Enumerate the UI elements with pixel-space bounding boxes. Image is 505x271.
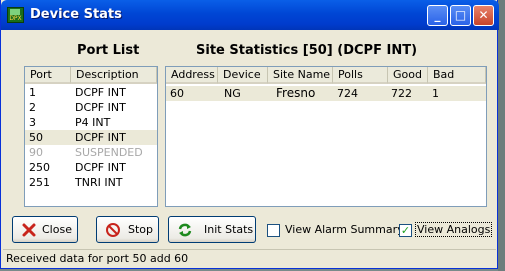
port-number: 50 <box>29 131 43 144</box>
view-alarm-summary-checkbox[interactable] <box>267 224 280 237</box>
port-list-row[interactable]: 90 SUSPENDED <box>25 145 157 160</box>
port-list-row[interactable]: 1 DCPF INT <box>25 85 157 100</box>
port-list-title: Port List <box>77 43 140 58</box>
port-number: 2 <box>29 101 36 114</box>
bad-column-header[interactable]: Bad <box>428 67 486 84</box>
port-number: 3 <box>29 116 36 129</box>
port-list-row[interactable]: 2 DCPF INT <box>25 100 157 115</box>
port-list-row[interactable]: 50 DCPF INT <box>25 130 157 145</box>
port-number: 251 <box>29 176 50 189</box>
view-analogs-label[interactable]: View Analogs <box>415 222 493 237</box>
port-list-row[interactable]: 251 TNRI INT <box>25 175 157 190</box>
site-polls-cell: 724 <box>337 87 358 100</box>
address-column-header[interactable]: Address <box>166 67 218 84</box>
site-name-column-header[interactable]: Site Name <box>268 67 333 84</box>
title-bar[interactable]: DPX Device Stats _ □ ✕ <box>1 0 499 30</box>
port-description: DCPF INT <box>75 86 126 99</box>
status-bar: Received data for port 50 add 60 <box>3 249 496 267</box>
port-number: 1 <box>29 86 36 99</box>
port-description: TNRI INT <box>75 176 123 189</box>
stop-button-label: Stop <box>128 223 154 236</box>
device-stats-window: DPX Device Stats _ □ ✕ Port List Port De… <box>0 0 499 269</box>
site-device-cell: NG <box>224 87 241 100</box>
minimize-button[interactable]: _ <box>427 5 448 26</box>
site-site-name-cell: Fresno <box>276 86 316 100</box>
refresh-icon <box>178 223 192 237</box>
close-button[interactable]: Close <box>12 216 78 243</box>
description-column-header[interactable]: Description <box>71 67 157 84</box>
app-icon-caption: DPX <box>9 15 22 22</box>
init-stats-button-label: Init Stats <box>204 223 254 236</box>
port-column-header[interactable]: Port <box>25 67 71 84</box>
stop-button[interactable]: Stop <box>96 216 159 243</box>
site-stats-row[interactable]: 60 NG Fresno 724 722 1 <box>166 86 486 101</box>
window-title: Device Stats <box>30 7 122 22</box>
port-number: 90 <box>29 146 43 159</box>
app-icon: DPX <box>7 7 24 23</box>
port-description: SUSPENDED <box>75 146 143 159</box>
no-entry-icon <box>106 223 120 237</box>
port-description: DCPF INT <box>75 131 126 144</box>
polls-column-header[interactable]: Polls <box>333 67 388 84</box>
desktop-background <box>498 0 505 271</box>
port-list-row[interactable]: 3 P4 INT <box>25 115 157 130</box>
port-description: P4 INT <box>75 116 111 129</box>
init-stats-button[interactable]: Init Stats <box>168 216 256 243</box>
site-good-cell: 722 <box>391 87 412 100</box>
port-number: 250 <box>29 161 50 174</box>
view-analogs-label-wrap[interactable]: View Analogs <box>415 222 493 237</box>
port-list-row[interactable]: 250 DCPF INT <box>25 160 157 175</box>
site-bad-cell: 1 <box>432 87 439 100</box>
close-window-button[interactable]: ✕ <box>473 5 494 26</box>
port-list[interactable]: Port Description 1 DCPF INT 2 DCPF INT 3 P4 I… <box>24 66 158 207</box>
view-alarm-summary-label[interactable]: View Alarm Summary <box>285 223 404 236</box>
view-analogs-checkbox[interactable]: ✓ <box>399 224 412 237</box>
device-column-header[interactable]: Device <box>218 67 268 84</box>
port-description: DCPF INT <box>75 101 126 114</box>
port-description: DCPF INT <box>75 161 126 174</box>
site-statistics-table[interactable]: Address Device Site Name Polls Good Bad … <box>165 66 487 207</box>
site-address-cell: 60 <box>170 87 184 100</box>
maximize-button[interactable]: □ <box>450 5 471 26</box>
close-button-label: Close <box>42 223 72 236</box>
red-x-icon <box>22 223 36 237</box>
good-column-header[interactable]: Good <box>388 67 428 84</box>
site-statistics-title: Site Statistics [50] (DCPF INT) <box>196 43 418 58</box>
